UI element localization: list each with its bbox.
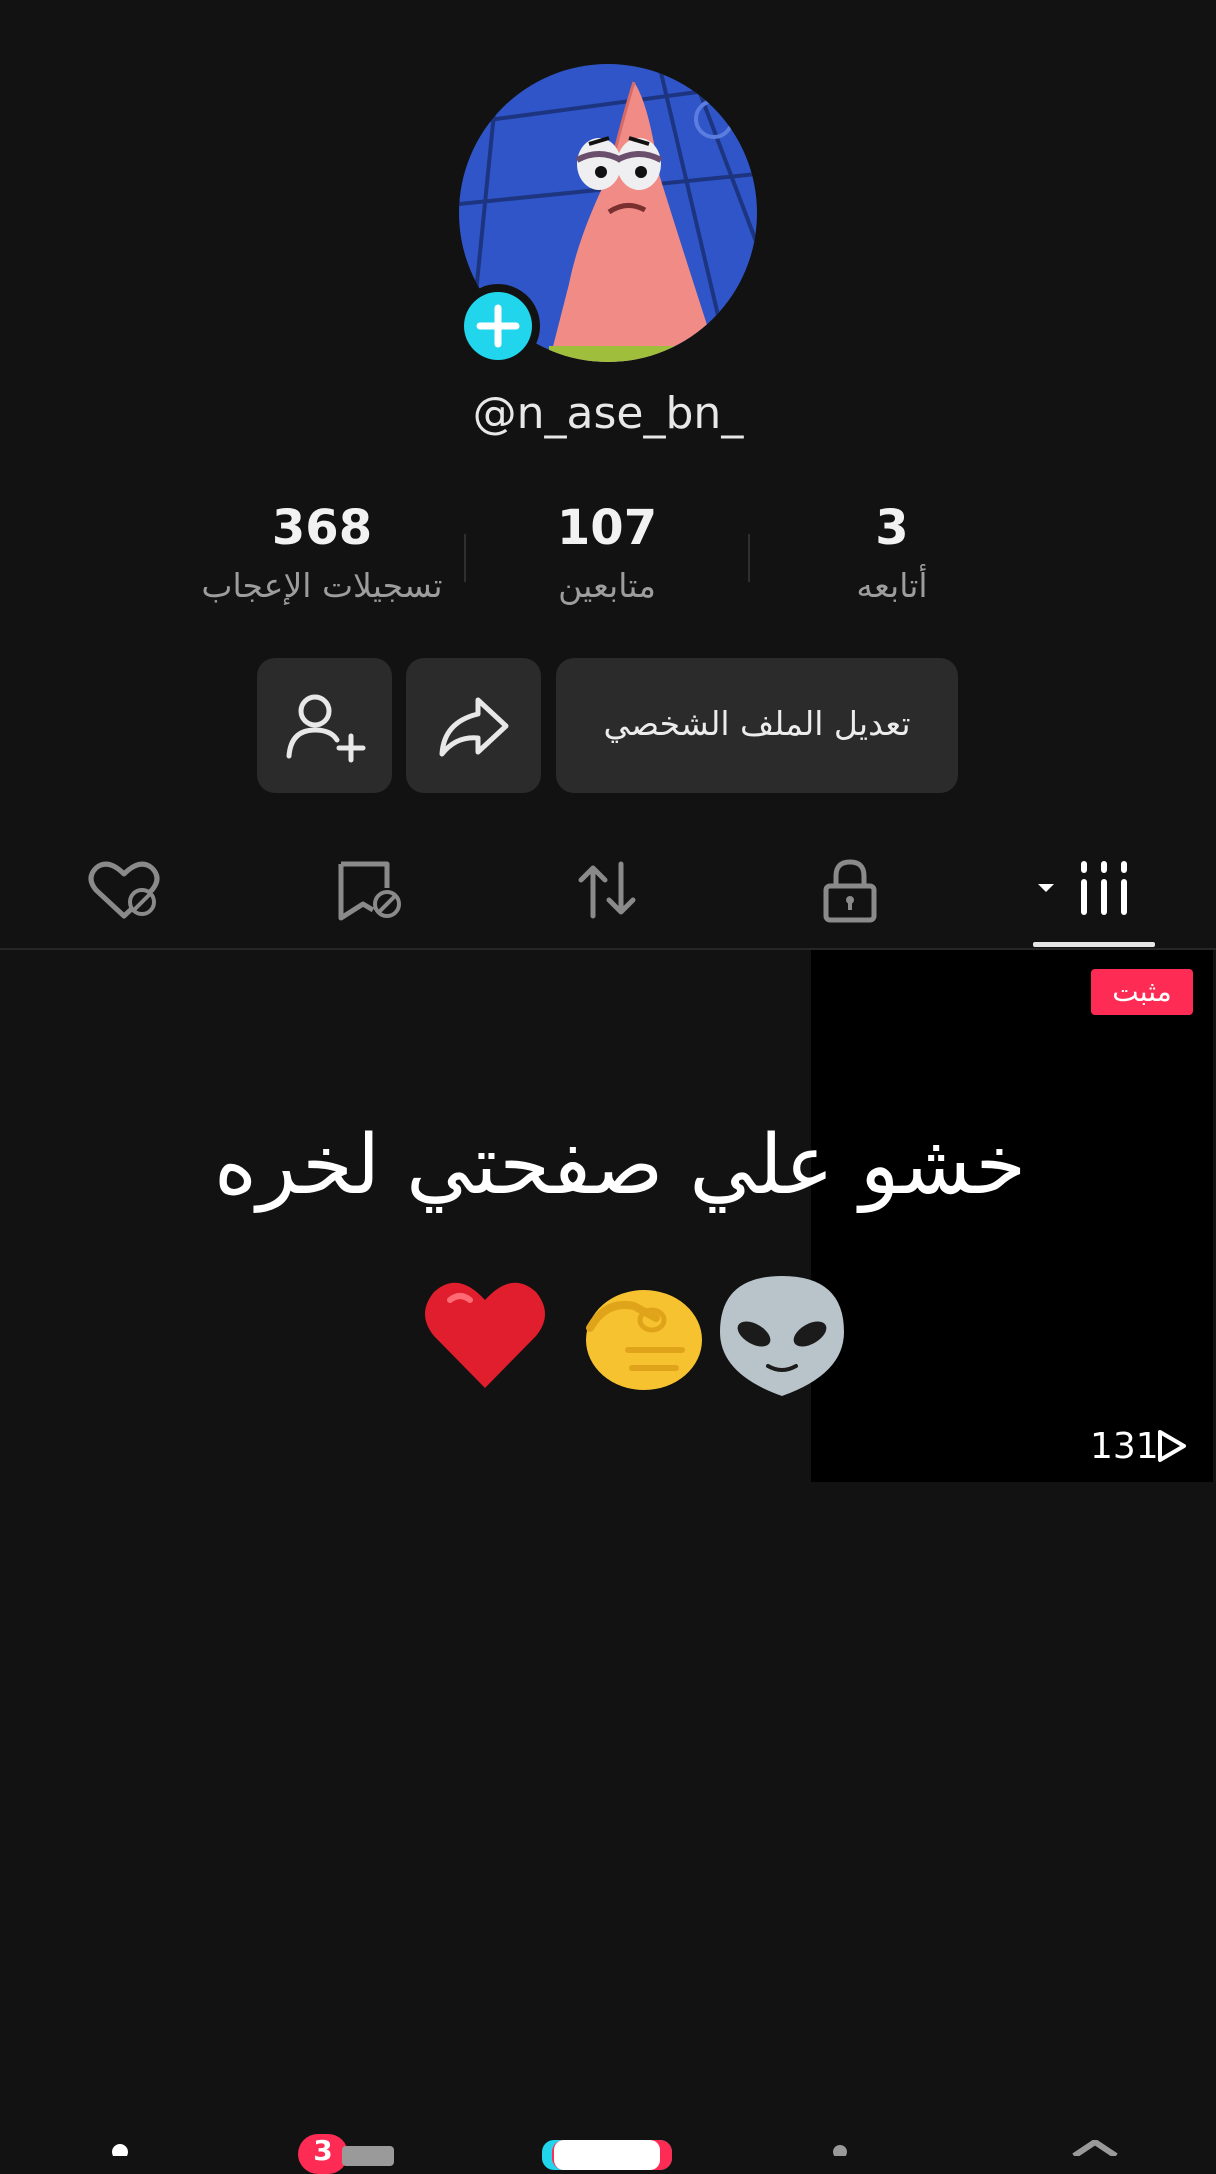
create-button[interactable] [542,2140,672,2170]
following-label: أتابعه [856,566,928,605]
likes-stat[interactable]: 368 تسجيلات الإعجاب [172,498,472,608]
followers-stat[interactable]: 107 متابعين [457,498,757,608]
pinching-hand-icon [586,1290,702,1390]
following-stat[interactable]: 3 أتابعه [742,498,1042,608]
followers-label: متابعين [558,566,656,605]
favorites-hidden-icon [338,861,401,921]
edit-profile-button[interactable]: تعديل الملف الشخصي [556,658,958,793]
likes-label: تسجيلات الإعجاب [201,566,443,605]
video-caption: خشو علي صفحتي لخره [213,1118,1027,1213]
following-count: 3 [875,500,909,556]
share-profile-button[interactable] [406,658,541,793]
username: @n_ase_bn_ [472,388,744,439]
plus-icon [476,304,520,348]
followers-count: 107 [556,500,658,556]
inbox-nav-button[interactable]: 3 [298,2128,398,2174]
add-user-icon [286,694,366,763]
active-tab-indicator [1033,942,1155,947]
profile-nav-icon[interactable] [100,2138,140,2156]
inbox-badge: 3 [298,2134,348,2174]
add-avatar-button[interactable] [456,284,540,368]
tab-reposts[interactable] [547,850,667,930]
pinned-badge: مثبت [1091,969,1193,1015]
add-friends-button[interactable] [257,658,392,793]
videos-grid-icon [1038,861,1127,915]
home-nav-icon[interactable] [1070,2140,1120,2156]
friends-nav-icon[interactable] [820,2138,860,2156]
reposts-icon [578,861,636,919]
likes-count: 368 [271,500,373,556]
liked-hidden-icon [88,861,160,919]
caption-emojis [425,1276,844,1396]
inbox-icon [342,2146,394,2166]
view-count: 131 [1090,1426,1159,1467]
tab-videos[interactable] [1034,850,1154,930]
share-arrow-icon [439,697,509,757]
tab-liked[interactable] [64,850,184,930]
private-lock-icon [823,859,877,923]
tab-private[interactable] [790,850,910,930]
play-icon [1158,1430,1186,1462]
red-heart-icon [425,1282,545,1388]
alien-icon [720,1276,844,1396]
edit-profile-label: تعديل الملف الشخصي [603,704,911,743]
tab-favorites[interactable] [307,850,427,930]
